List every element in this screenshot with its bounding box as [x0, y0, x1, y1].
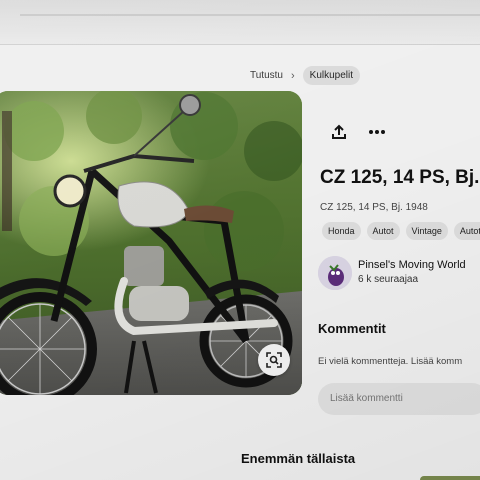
chevron-right-icon: ›	[290, 69, 295, 82]
share-icon	[332, 124, 346, 139]
pin-image[interactable]	[0, 91, 302, 395]
tag-chip[interactable]: Autot	[366, 222, 400, 240]
tag-chip[interactable]: Vintage	[405, 222, 448, 240]
add-comment-input[interactable]	[318, 383, 480, 415]
more-like-this-heading: Enemmän tällaista	[241, 451, 356, 466]
creator-followers: 6 k seuraajaa	[358, 274, 419, 285]
creator-name[interactable]: Pinsel's Moving World	[358, 259, 466, 271]
share-button[interactable]	[328, 121, 350, 143]
pin-page: Tutustu › Kulkupelit CZ 125, 14 PS, Bj. …	[0, 45, 480, 480]
more-options-icon	[369, 130, 385, 134]
pin-title: CZ 125, 14 PS, Bj. 1	[320, 167, 480, 188]
comments-heading[interactable]: Kommentit	[318, 321, 386, 336]
pin-actions	[328, 121, 388, 143]
tag-list: Honda Autot Vintage Autot Ja	[322, 222, 480, 240]
breadcrumb: Tutustu › Kulkupelit	[250, 66, 361, 85]
avatar-image	[318, 256, 352, 290]
visual-search-button[interactable]	[258, 344, 290, 376]
related-pin-preview[interactable]	[420, 476, 480, 480]
tag-chip[interactable]: Autot Ja	[453, 222, 480, 240]
screen: Tutustu › Kulkupelit CZ 125, 14 PS, Bj. …	[0, 0, 480, 480]
more-options-button[interactable]	[366, 121, 388, 143]
pin-description: CZ 125, 14 PS, Bj. 1948	[320, 202, 428, 213]
comments-empty-text: Ei vielä kommentteja. Lisää komm	[318, 356, 463, 367]
motorcycle-photo	[0, 91, 302, 395]
browser-top-bar	[0, 0, 480, 45]
breadcrumb-category[interactable]: Kulkupelit	[302, 66, 361, 85]
tag-chip[interactable]: Honda	[322, 222, 361, 240]
address-bar-edge	[20, 14, 480, 16]
creator-profile[interactable]: Pinsel's Moving World 6 k seuraajaa	[318, 256, 466, 290]
avatar[interactable]	[318, 256, 352, 290]
breadcrumb-home[interactable]: Tutustu	[250, 70, 283, 81]
visual-search-icon	[266, 352, 282, 368]
